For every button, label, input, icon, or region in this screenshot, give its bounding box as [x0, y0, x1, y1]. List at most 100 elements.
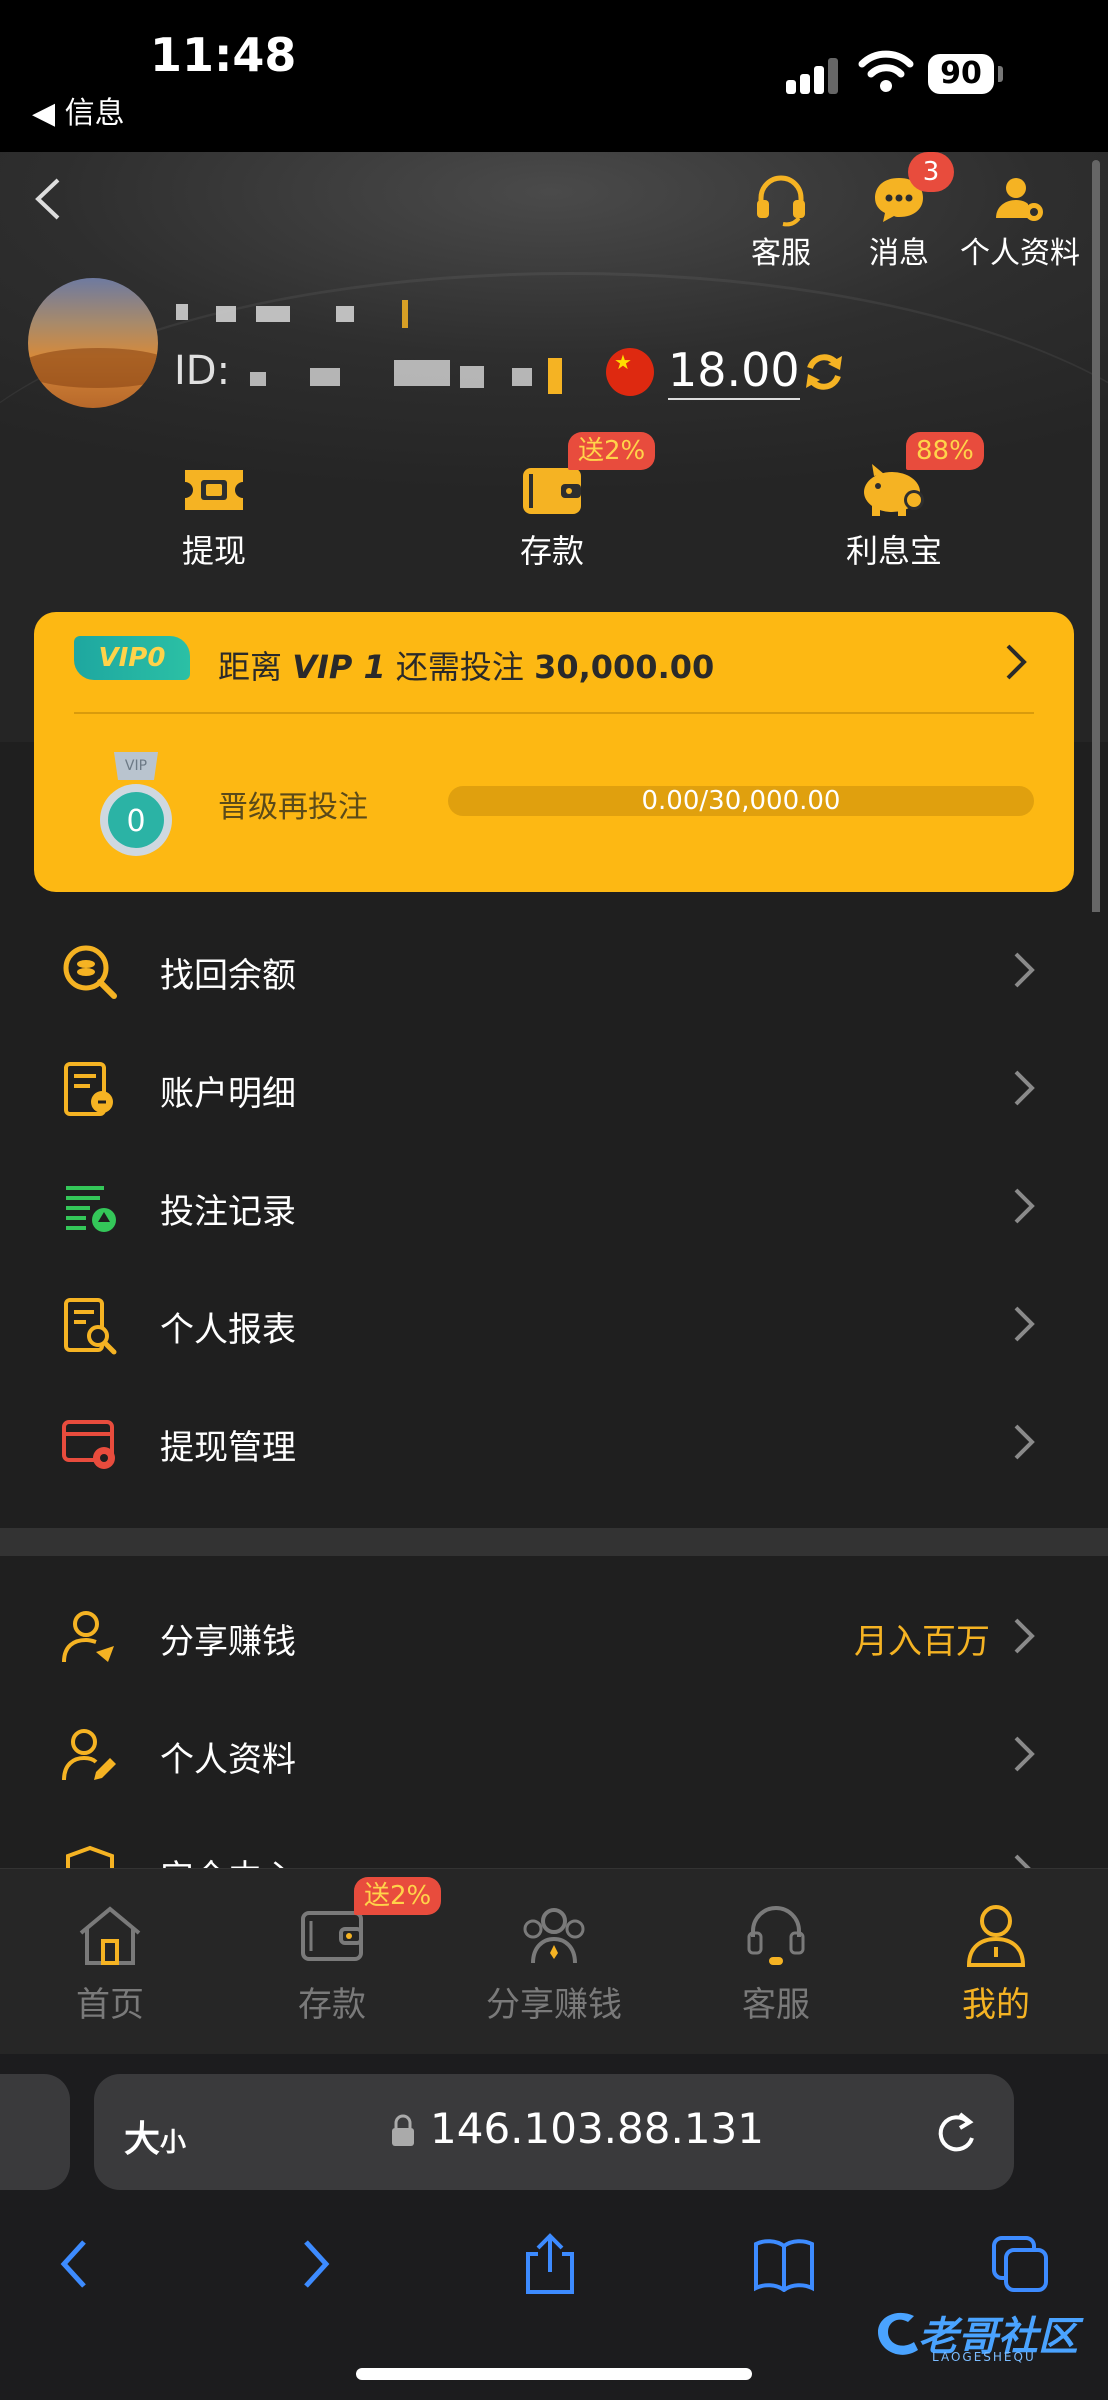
menu-personal-report[interactable]: 个人报表	[0, 1266, 1108, 1384]
user-id-redacted	[250, 356, 570, 396]
bookmarks-button[interactable]	[744, 2224, 824, 2304]
menu-share-earn[interactable]: 分享赚钱 月入百万	[0, 1578, 1108, 1696]
menu-withdraw-management[interactable]: 提现管理	[0, 1384, 1108, 1502]
tab-mine[interactable]: 我的	[906, 1895, 1086, 2026]
vip-medal-ribbon: VIP	[124, 758, 148, 774]
withdraw-button[interactable]: 提现	[124, 454, 304, 572]
tab-label: 首页	[76, 1985, 144, 2025]
menu-label: 分享赚钱	[160, 1622, 296, 1662]
book-icon	[754, 2239, 814, 2292]
share-button[interactable]	[510, 2224, 590, 2304]
deposit-bonus-badge: 送2%	[568, 432, 656, 470]
chevron-right-icon	[304, 2240, 330, 2288]
customer-service-button[interactable]: 客服	[726, 172, 836, 272]
menu-label: 提现管理	[160, 1428, 296, 1468]
vip-medal-level: 0	[126, 804, 146, 839]
menu-profile[interactable]: 个人资料	[0, 1696, 1108, 1814]
vip-next-level-text: 距离 VIP 1 还需投注 30,000.00	[218, 642, 714, 688]
previous-tab-preview[interactable]	[0, 2074, 70, 2190]
vip-progress-card[interactable]: VIP0 距离 VIP 1 还需投注 30,000.00 VIP 0 晋级再投注…	[34, 612, 1074, 892]
team-icon	[464, 1895, 644, 1977]
balance-amount: 18.00	[668, 342, 800, 400]
interest-treasure-label: 利息宝	[845, 532, 942, 570]
text-size-large: 大	[124, 2119, 161, 2160]
text-size-button[interactable]: 大小	[124, 2110, 186, 2162]
headset-icon	[726, 172, 836, 228]
share-icon	[526, 2233, 574, 2294]
person-icon	[906, 1895, 1086, 1977]
menu-label: 投注记录	[160, 1192, 296, 1232]
refresh-balance-icon[interactable]	[800, 348, 848, 396]
safari-toolbar: 大小 146.103.88.131 老哥社区 LAOGESHEQU	[0, 2054, 1108, 2400]
tab-home[interactable]: 首页	[20, 1895, 200, 2026]
user-id-label: ID:	[174, 348, 231, 394]
interest-rate-badge: 88%	[906, 432, 984, 470]
address-bar[interactable]: 大小 146.103.88.131	[94, 2074, 1014, 2190]
battery-tip	[998, 66, 1003, 82]
watermark-subtext: LAOGESHEQU	[932, 2350, 1036, 2364]
chevron-right-icon	[1014, 1736, 1035, 1772]
chevron-right-icon	[1006, 644, 1027, 680]
china-flag-icon	[606, 348, 654, 396]
home-indicator	[356, 2368, 752, 2380]
bet-record-icon	[66, 1186, 116, 1232]
menu-label: 找回余额	[160, 956, 296, 996]
chevron-right-icon	[1014, 1306, 1035, 1342]
vip-prefix: 距离	[218, 648, 283, 686]
withdraw-label: 提现	[181, 532, 246, 570]
vip-next-level: VIP 1	[292, 648, 386, 686]
deposit-button[interactable]: 存款	[462, 454, 642, 572]
primary-menu: 找回余额 账户明细 投注记录 个人报表 提现管理	[0, 912, 1108, 1528]
tab-label: 分享赚钱	[486, 1985, 622, 2025]
section-divider	[0, 1528, 1108, 1556]
tabs-button[interactable]	[980, 2224, 1060, 2304]
reload-icon[interactable]	[934, 2108, 978, 2156]
chevron-right-icon	[1014, 1854, 1031, 1868]
battery-indicator: 90	[928, 54, 994, 94]
bottom-tab-bar: 首页 存款 送2% 分享赚钱 客服 我的	[0, 1868, 1108, 2054]
vip-middle: 还需投注	[395, 648, 524, 686]
menu-label: 安全中心	[160, 1850, 296, 1868]
tab-label: 存款	[298, 1985, 366, 2025]
username-redacted	[176, 300, 416, 328]
avatar[interactable]	[28, 278, 158, 408]
tab-share-earn[interactable]: 分享赚钱	[464, 1895, 644, 2026]
back-arrow-icon[interactable]	[28, 174, 68, 224]
menu-bet-records[interactable]: 投注记录	[0, 1148, 1108, 1266]
chevron-right-icon	[1014, 952, 1035, 988]
status-time: 11:48	[150, 28, 297, 82]
deposit-label: 存款	[519, 532, 584, 570]
profile-label: 个人资料	[960, 236, 1080, 271]
tab-customer-service[interactable]: 客服	[686, 1895, 866, 2026]
interest-treasure-button[interactable]: 利息宝	[804, 454, 984, 572]
vip-progress-text: 0.00/30,000.00	[641, 786, 841, 816]
tab-label: 客服	[742, 1985, 810, 2025]
coin-search-icon	[63, 945, 117, 999]
report-search-icon	[64, 1298, 117, 1355]
menu-account-details[interactable]: 账户明细	[0, 1030, 1108, 1148]
upgrade-label: 晋级再投注	[218, 790, 368, 825]
browser-back-button[interactable]	[34, 2224, 114, 2304]
cellular-signal-icon	[786, 58, 842, 94]
tab-label: 我的	[962, 1985, 1030, 2025]
vip-required-amount: 30,000.00	[534, 648, 715, 686]
wifi-icon	[858, 50, 914, 92]
vip-progress-bar: 0.00/30,000.00	[448, 786, 1034, 816]
menu-label: 个人资料	[160, 1740, 296, 1780]
browser-forward-button[interactable]	[276, 2224, 356, 2304]
lock-icon	[392, 2114, 414, 2146]
menu-security-center[interactable]: 安全中心	[0, 1814, 1108, 1868]
home-icon	[20, 1895, 200, 1977]
withdraw-manage-icon	[62, 1420, 115, 1469]
chevron-right-icon	[1014, 1070, 1035, 1106]
account-detail-icon	[64, 1062, 113, 1116]
ios-status-bar: 11:48 ◀ 信息 90	[0, 0, 1108, 152]
shield-icon	[66, 1845, 114, 1868]
tab-deposit-badge: 送2%	[354, 1877, 442, 1915]
profile-button[interactable]: 个人资料	[950, 172, 1090, 272]
menu-recover-balance[interactable]: 找回余额	[0, 912, 1108, 1030]
url-text: 146.103.88.131	[430, 2104, 764, 2153]
back-to-app-link[interactable]: ◀ 信息	[32, 88, 125, 132]
messages-label: 消息	[869, 236, 929, 271]
chevron-right-icon	[1014, 1424, 1035, 1460]
